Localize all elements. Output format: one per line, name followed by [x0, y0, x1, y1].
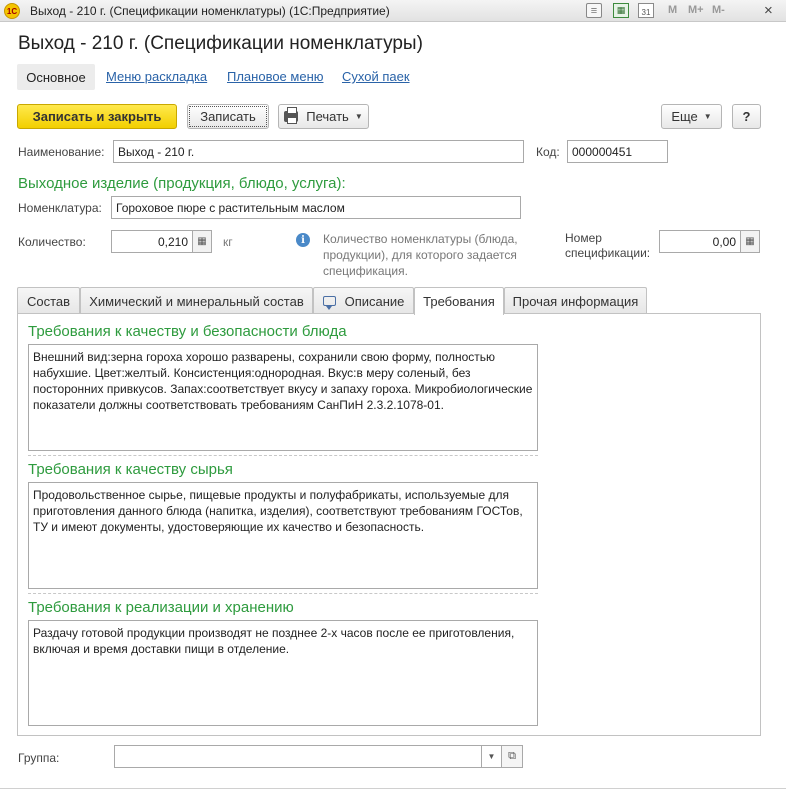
quality-safety-title: Требования к качеству и безопасности блю…: [28, 323, 347, 340]
memory-minus-button[interactable]: M-: [712, 4, 725, 16]
nav-tab-main[interactable]: Основное: [17, 64, 95, 90]
code-label: Код:: [536, 145, 560, 159]
nav-link-plan-menu[interactable]: Плановое меню: [227, 69, 324, 84]
name-input[interactable]: Выход - 210 г.: [113, 140, 524, 163]
quantity-hint: Количество номенклатуры (блюда, продукци…: [323, 232, 518, 278]
printer-icon: [284, 107, 299, 124]
quantity-label: Количество:: [18, 235, 86, 249]
page-title: Выход - 210 г. (Спецификации номенклатур…: [18, 33, 423, 54]
quality-safety-textarea[interactable]: Внешний вид:зерна гороха хорошо разварен…: [28, 344, 538, 451]
document-icon[interactable]: ≡: [586, 3, 602, 18]
raw-quality-textarea[interactable]: Продовольственное сырье, пищевые продукт…: [28, 482, 538, 589]
spec-number-calculator-icon[interactable]: ▦: [740, 230, 760, 253]
group-input[interactable]: [114, 745, 482, 768]
spec-number-label: Номер спецификации:: [565, 231, 651, 260]
save-button[interactable]: Записать: [187, 104, 269, 129]
calculator-icon[interactable]: ▦: [613, 3, 629, 18]
open-icon[interactable]: ⧉: [502, 745, 523, 768]
output-product-title: Выходное изделие (продукция, блюдо, услу…: [18, 175, 346, 192]
more-button-label: Еще: [671, 109, 698, 124]
calendar-icon[interactable]: 31: [638, 3, 654, 18]
memory-m-button[interactable]: M: [668, 4, 677, 16]
nav-link-menu-layout[interactable]: Меню раскладка: [106, 69, 207, 84]
spec-number-input[interactable]: 0,00: [659, 230, 741, 253]
group-label: Группа:: [18, 751, 60, 765]
app-logo-icon: 1С: [4, 3, 20, 19]
chevron-down-icon: ▼: [354, 112, 363, 121]
raw-quality-title: Требования к качеству сырья: [28, 461, 233, 478]
storage-textarea[interactable]: Раздачу готовой продукции производят не …: [28, 620, 538, 726]
save-and-close-button[interactable]: Записать и закрыть: [17, 104, 177, 129]
tab-description-label: Описание: [344, 293, 405, 309]
code-input[interactable]: 000000451: [567, 140, 668, 163]
tab-other-info[interactable]: Прочая информация: [504, 287, 647, 314]
chevron-down-icon[interactable]: ▼: [482, 745, 502, 768]
section-divider: [28, 593, 538, 594]
nomenclature-input[interactable]: Гороховое пюре с растительным маслом: [111, 196, 521, 219]
window-title: Выход - 210 г. (Спецификации номенклатур…: [30, 4, 390, 18]
print-button[interactable]: Печать ▼: [278, 104, 369, 129]
tab-chemical[interactable]: Химический и минеральный состав: [80, 287, 313, 314]
tab-description[interactable]: Описание: [313, 287, 414, 314]
close-icon[interactable]: ×: [764, 2, 773, 19]
info-icon: i: [296, 233, 310, 247]
window-bottom-border: [0, 788, 786, 789]
name-label: Наименование:: [18, 145, 105, 159]
memory-plus-button[interactable]: M+: [688, 4, 704, 16]
help-button[interactable]: ?: [732, 104, 761, 129]
nav-link-dry-ration[interactable]: Сухой паек: [342, 69, 410, 84]
print-button-label: Печать: [306, 109, 349, 124]
section-divider: [28, 455, 538, 456]
comment-icon: [322, 296, 336, 310]
tab-composition[interactable]: Состав: [17, 287, 80, 314]
more-button[interactable]: Еще ▼: [661, 104, 722, 129]
storage-title: Требования к реализации и хранению: [28, 599, 294, 616]
nomenclature-label: Номенклатура:: [18, 201, 102, 215]
quantity-unit: кг: [223, 235, 233, 249]
quantity-input[interactable]: 0,210: [111, 230, 193, 253]
tab-requirements[interactable]: Требования: [414, 287, 504, 315]
chevron-down-icon: ▼: [703, 112, 712, 121]
quantity-calculator-icon[interactable]: ▦: [192, 230, 212, 253]
